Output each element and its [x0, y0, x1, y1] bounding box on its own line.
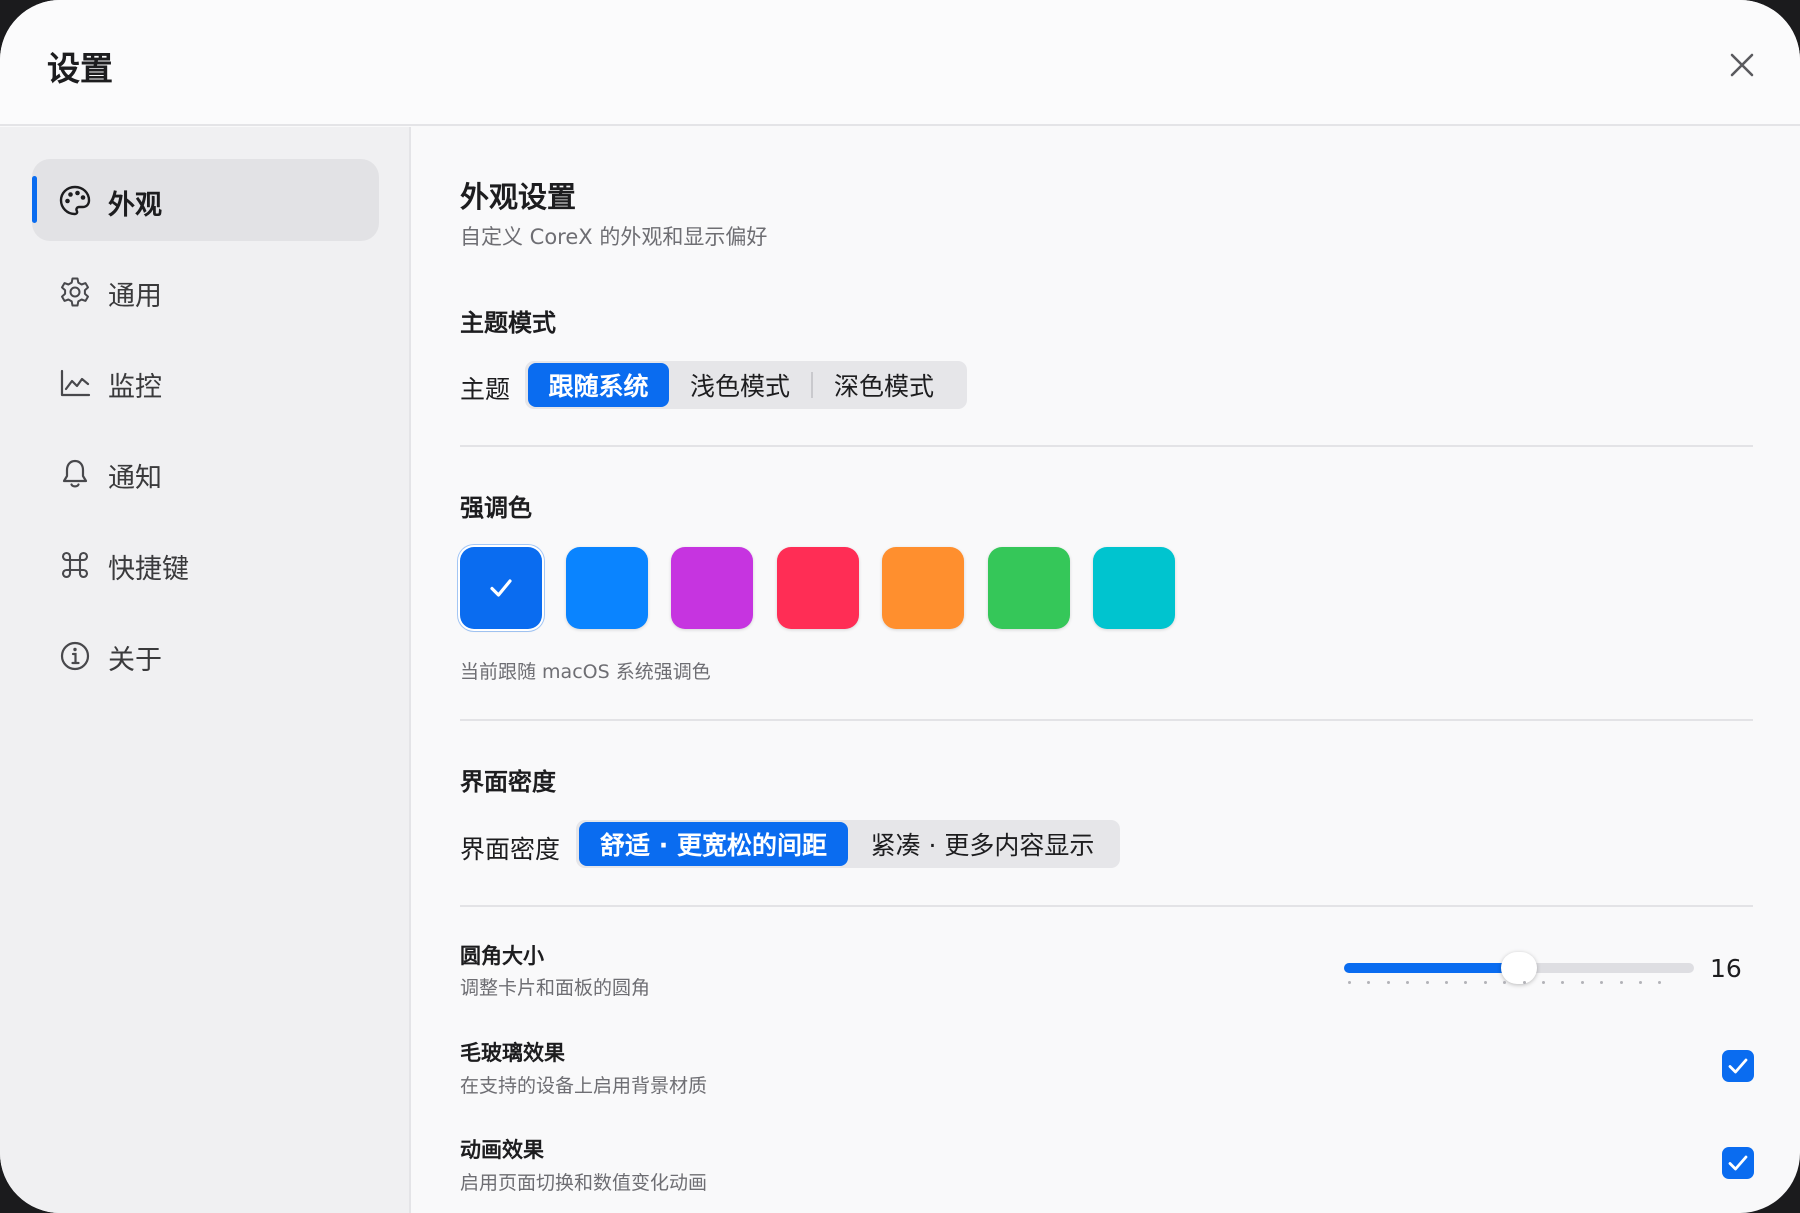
settings-content: 外观设置 自定义 CoreX 的外观和显示偏好 主题模式 主题 跟随系统 浅色模…: [413, 127, 1800, 1213]
slider-tick: [1522, 981, 1526, 984]
accent-swatch-blue[interactable]: [566, 547, 648, 629]
accent-swatch-green[interactable]: [988, 547, 1070, 629]
slider-tick: [1425, 981, 1429, 984]
corner-radius-description: 调整卡片和面板的圆角: [460, 977, 651, 999]
sidebar-item-label: 快捷键: [108, 554, 189, 585]
slider-tick: [1406, 981, 1410, 984]
corner-radius-title: 圆角大小: [460, 944, 544, 968]
command-icon: [61, 551, 89, 579]
sidebar-item-label: 通用: [108, 281, 162, 312]
accent-swatch-blue-selected[interactable]: [460, 547, 542, 629]
slider-tick: [1386, 981, 1390, 984]
slider-tick: [1542, 981, 1545, 984]
slider-tick: [1561, 981, 1565, 984]
slider-tick: [1445, 981, 1448, 984]
accent-swatch-orange[interactable]: [882, 547, 964, 629]
info-icon: [60, 641, 90, 671]
slider-tick: [1503, 981, 1507, 984]
theme-option-dark[interactable]: 深色模式: [813, 363, 955, 407]
animation-title: 动画效果: [460, 1138, 544, 1162]
sidebar-item-about[interactable]: 关于: [32, 614, 379, 696]
sidebar-item-monitor[interactable]: 监控: [32, 341, 379, 423]
slider-tick: [1600, 981, 1604, 984]
checkmark-icon: [490, 579, 512, 597]
density-label: 界面密度: [460, 835, 561, 864]
animation-description: 启用页面切换和数值变化动画: [460, 1172, 708, 1194]
theme-option-light[interactable]: 浅色模式: [669, 363, 811, 407]
close-button[interactable]: [1720, 43, 1764, 87]
sidebar: 外观 通用 监控 通知 快捷键 关于: [0, 127, 411, 1213]
frosted-glass-description: 在支持的设备上启用背景材质: [460, 1075, 708, 1097]
sidebar-item-shortcuts[interactable]: 快捷键: [32, 523, 379, 605]
sidebar-item-label: 监控: [108, 372, 162, 403]
sidebar-item-general[interactable]: 通用: [32, 250, 379, 332]
theme-section-title: 主题模式: [460, 309, 556, 337]
slider-tick: [1348, 981, 1351, 984]
theme-option-system[interactable]: 跟随系统: [528, 363, 669, 407]
slider-tick: [1658, 981, 1662, 984]
corner-radius-slider[interactable]: [1330, 947, 1694, 987]
density-option-compact[interactable]: 紧凑 · 更多内容显示: [848, 822, 1117, 866]
sidebar-item-notifications[interactable]: 通知: [32, 432, 379, 514]
slider-tick: [1619, 981, 1623, 984]
accent-swatch-red[interactable]: [777, 547, 859, 629]
slider-tick: [1367, 981, 1371, 984]
corner-radius-value: 16: [1710, 954, 1742, 983]
frosted-glass-checkbox[interactable]: [1722, 1050, 1754, 1082]
accent-hint: 当前跟随 macOS 系统强调色: [460, 661, 711, 683]
page-title: 外观设置: [460, 180, 577, 214]
density-section-title: 界面密度: [460, 768, 556, 796]
window-title: 设置: [47, 49, 113, 88]
animation-checkbox[interactable]: [1722, 1147, 1754, 1179]
sidebar-item-label: 关于: [108, 645, 162, 676]
theme-label: 主题: [460, 375, 511, 404]
slider-fill: [1344, 963, 1519, 973]
checkmark-icon: [1728, 1155, 1748, 1171]
page-subtitle: 自定义 CoreX 的外观和显示偏好: [460, 225, 768, 249]
close-icon: [1730, 53, 1754, 77]
settings-window: 设置 外观 通用 监控 通知 快捷键 关于 外观设置 自定义 CoreX 的外观…: [0, 0, 1800, 1213]
sidebar-item-label: 通知: [108, 463, 162, 494]
sidebar-item-label: 外观: [108, 190, 162, 221]
checkmark-icon: [1728, 1058, 1748, 1074]
slider-tick: [1464, 981, 1468, 984]
accent-swatch-purple[interactable]: [671, 547, 753, 629]
density-option-comfortable[interactable]: 舒适 · 更宽松的间距: [579, 822, 848, 866]
theme-segmented-control: 跟随系统 浅色模式 深色模式: [525, 361, 967, 409]
section-divider: [460, 905, 1753, 907]
chart-line-icon: [60, 369, 91, 397]
section-divider: [460, 445, 1753, 447]
accent-swatch-teal[interactable]: [1093, 547, 1175, 629]
accent-section-title: 强调色: [460, 494, 532, 522]
slider-tick: [1483, 981, 1487, 984]
slider-ticks: [1330, 981, 1688, 985]
section-divider: [460, 719, 1753, 721]
palette-icon: [59, 185, 91, 216]
slider-thumb[interactable]: [1501, 952, 1537, 984]
sidebar-item-appearance[interactable]: 外观: [32, 159, 379, 241]
frosted-glass-title: 毛玻璃效果: [460, 1041, 565, 1065]
window-header: 设置: [0, 0, 1800, 126]
gear-icon: [61, 277, 89, 307]
bell-icon: [62, 459, 88, 488]
slider-tick: [1639, 981, 1642, 984]
density-segmented-control: 舒适 · 更宽松的间距 紧凑 · 更多内容显示: [576, 820, 1120, 868]
slider-tick: [1580, 981, 1584, 984]
